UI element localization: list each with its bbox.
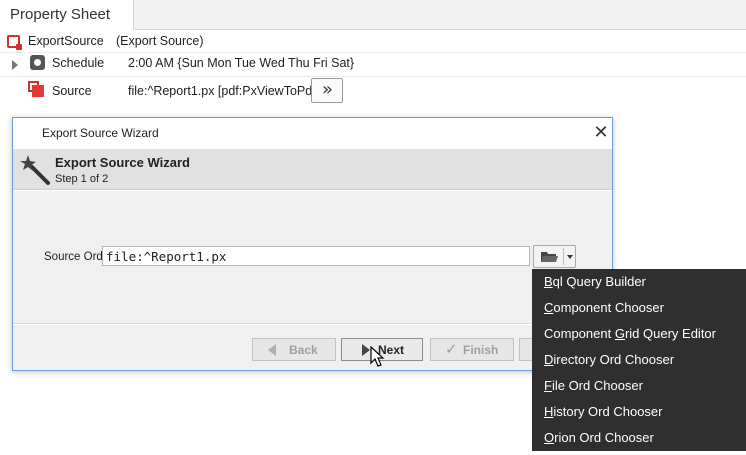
- more-button[interactable]: »: [311, 78, 343, 103]
- menu-item-label: rion Ord Chooser: [554, 430, 654, 445]
- split-divider: [563, 248, 564, 265]
- schedule-label: Schedule: [52, 56, 105, 70]
- source-value: file:^Report1.px [pdf:PxViewToPdf]: [128, 84, 320, 98]
- dropdown-arrow-icon[interactable]: [567, 255, 573, 259]
- wizard-header-title: Export Source Wizard: [55, 155, 190, 170]
- expand-icon[interactable]: [12, 60, 18, 70]
- menu-item-label-prefix: Component: [544, 326, 615, 341]
- export-source-wizard-dialog: Export Source Wizard ✕ Export Source Wiz…: [12, 117, 613, 371]
- property-row-source[interactable]: Source file:^Report1.px [pdf:PxViewToPdf…: [0, 76, 746, 106]
- export-source-icon: [7, 35, 22, 50]
- property-row-root[interactable]: ExportSource (Export Source): [0, 31, 746, 53]
- mnemonic: B: [544, 274, 553, 289]
- mnemonic: G: [614, 326, 625, 341]
- source-ord-field[interactable]: file:^Report1.px: [102, 246, 530, 266]
- mnemonic: D: [544, 352, 554, 367]
- source-icon: [28, 81, 45, 98]
- property-sheet-tabbar: Property Sheet: [0, 0, 746, 30]
- back-button[interactable]: Back: [252, 338, 336, 361]
- menu-item-component-grid-query-editor[interactable]: Component Grid Query Editor: [532, 321, 746, 347]
- schedule-icon: [30, 55, 45, 70]
- property-sheet-tab-label: Property Sheet: [10, 6, 111, 23]
- dialog-title: Export Source Wizard: [42, 126, 159, 140]
- menu-item-history-ord-chooser[interactable]: History Ord Chooser: [532, 399, 746, 425]
- wizard-wand-icon: [20, 155, 50, 185]
- schedule-value: 2:00 AM {Sun Mon Tue Wed Thu Fri Sat}: [128, 56, 355, 70]
- mouse-cursor-icon: [370, 346, 385, 367]
- wizard-step-indicator: Step 1 of 2: [55, 173, 109, 185]
- back-button-label: Back: [289, 343, 318, 357]
- menu-item-label: rid Query Editor: [624, 326, 716, 341]
- wizard-header: Export Source Wizard Step 1 of 2: [13, 149, 612, 190]
- menu-item-label: istory Ord Chooser: [553, 404, 663, 419]
- root-name: ExportSource: [28, 34, 104, 48]
- finish-button-label: Finish: [463, 343, 499, 357]
- next-arrow-icon: [362, 344, 370, 356]
- mnemonic: C: [544, 300, 554, 315]
- wizard-footer: Back Next ✓ Finish: [13, 325, 612, 370]
- menu-item-orion-ord-chooser[interactable]: Orion Ord Chooser: [532, 425, 746, 451]
- dialog-titlebar[interactable]: Export Source Wizard: [13, 118, 612, 149]
- source-label: Source: [52, 84, 92, 98]
- menu-item-label: ile Ord Chooser: [551, 378, 643, 393]
- wizard-body: Source Ord file:^Report1.px: [13, 191, 612, 324]
- check-icon: ✓: [445, 340, 458, 358]
- menu-item-label: irectory Ord Chooser: [553, 352, 675, 367]
- folder-icon: [541, 252, 558, 262]
- finish-button[interactable]: ✓ Finish: [430, 338, 514, 361]
- menu-item-label: ql Query Builder: [552, 274, 646, 289]
- mnemonic: F: [544, 378, 552, 393]
- menu-item-directory-ord-chooser[interactable]: Directory Ord Chooser: [532, 347, 746, 373]
- root-type: (Export Source): [116, 34, 204, 48]
- property-sheet-tab[interactable]: Property Sheet: [0, 0, 134, 30]
- mnemonic: O: [544, 430, 555, 445]
- menu-item-component-chooser[interactable]: Component Chooser: [532, 295, 746, 321]
- mnemonic: H: [544, 404, 554, 419]
- ord-chooser-menu: Bql Query Builder Component Chooser Comp…: [532, 269, 746, 451]
- back-arrow-icon: [268, 344, 276, 356]
- menu-item-label: omponent Chooser: [553, 300, 664, 315]
- source-ord-label: Source Ord: [44, 251, 103, 263]
- menu-item-file-ord-chooser[interactable]: File Ord Chooser: [532, 373, 746, 399]
- ord-chooser-button[interactable]: [533, 245, 576, 268]
- menu-item-bql-query-builder[interactable]: Bql Query Builder: [532, 269, 746, 295]
- property-row-schedule[interactable]: Schedule 2:00 AM {Sun Mon Tue Wed Thu Fr…: [0, 52, 746, 74]
- close-icon[interactable]: ✕: [590, 122, 612, 144]
